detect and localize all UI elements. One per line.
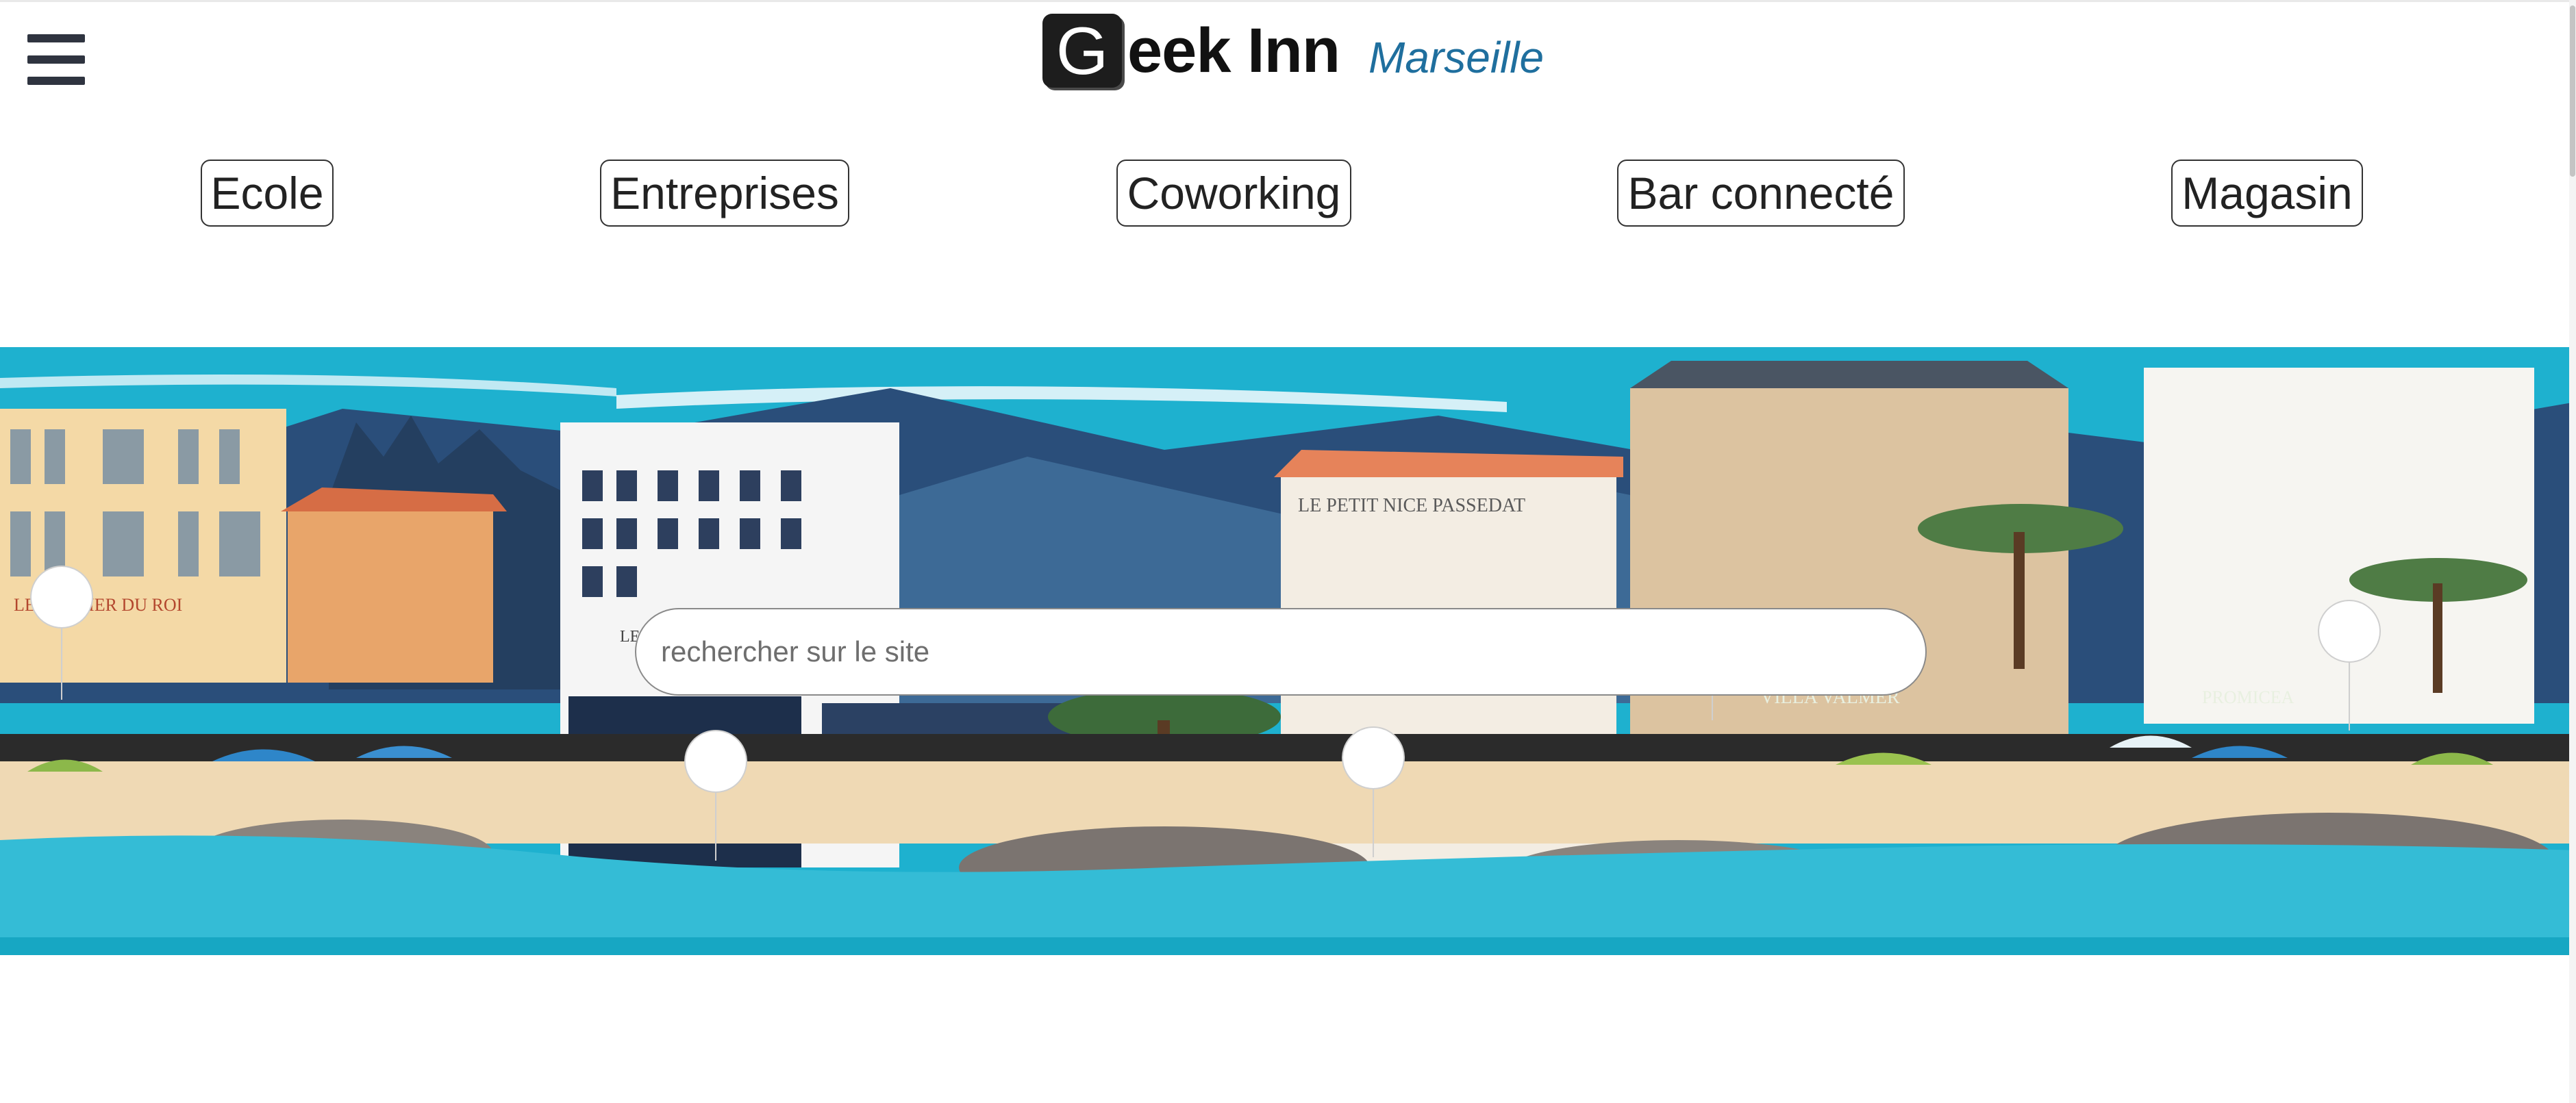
nav-magasin-button[interactable]: Magasin — [2171, 160, 2363, 227]
logo-city: Marseille — [1368, 33, 1545, 82]
search-input[interactable] — [635, 608, 1927, 696]
logo-text: eek Inn — [1127, 15, 1340, 86]
nav-ecole-button[interactable]: Ecole — [201, 160, 334, 227]
hamburger-menu-icon[interactable] — [27, 34, 85, 85]
svg-text:LE PETIT NICE PASSEDAT: LE PETIT NICE PASSEDAT — [1298, 495, 1525, 516]
scrollbar-thumb[interactable] — [2570, 5, 2575, 177]
logo-badge: G — [1042, 14, 1122, 88]
nav-coworking-button[interactable]: Coworking — [1116, 160, 1351, 227]
site-logo[interactable]: G eek Inn Marseille — [1042, 12, 1544, 89]
top-border — [0, 0, 2576, 2]
nav-bar-connecte-button[interactable]: Bar connecté — [1617, 160, 1905, 227]
nav-entreprises-button[interactable]: Entreprises — [600, 160, 849, 227]
scrollbar[interactable] — [2569, 0, 2576, 1103]
svg-text:PROMICEA: PROMICEA — [2202, 687, 2294, 707]
